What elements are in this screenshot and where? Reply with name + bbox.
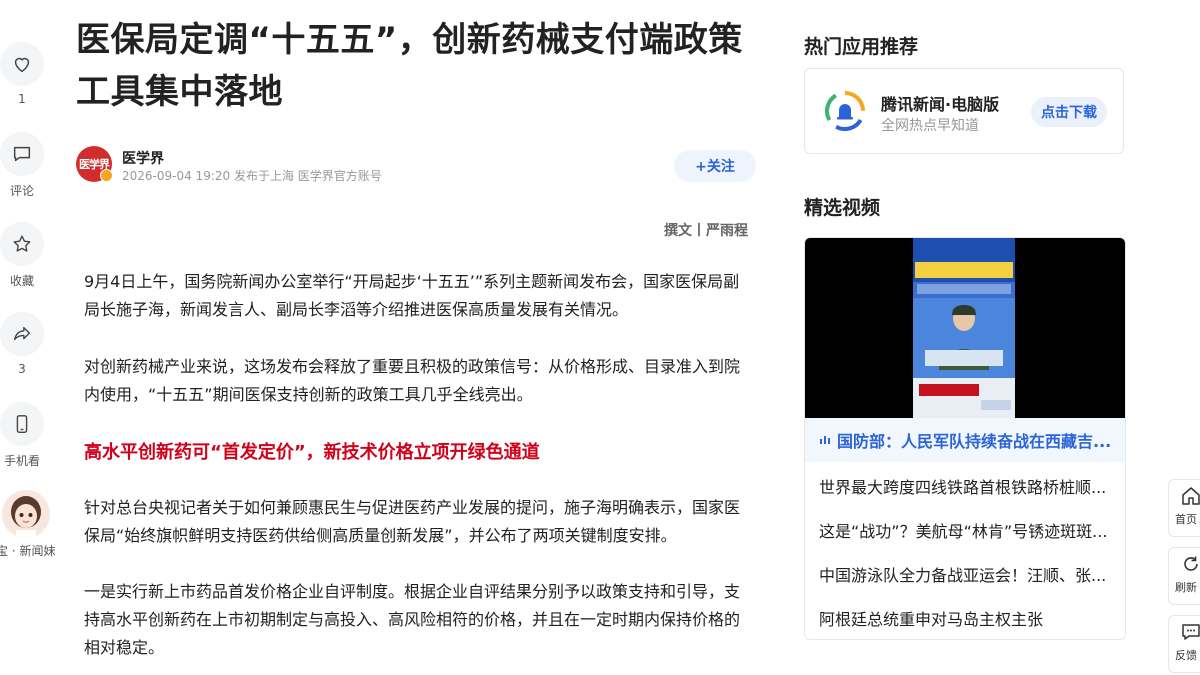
app-subtitle: 全网热点早知道	[881, 118, 979, 134]
follow-button[interactable]: +关注	[674, 150, 756, 182]
audio-wave-icon	[820, 436, 830, 444]
favorite-button[interactable]	[0, 222, 44, 266]
share-button[interactable]	[0, 312, 44, 356]
featured-video-thumbnail[interactable]	[805, 238, 1125, 418]
app-name: 腾讯新闻·电脑版	[881, 95, 1000, 114]
verified-badge-icon	[100, 169, 113, 182]
mobile-action[interactable]: 手机看	[0, 402, 44, 469]
share-count: 3	[18, 362, 26, 376]
assistant-avatar[interactable]	[2, 490, 50, 538]
app-recommendation-card[interactable]: 腾讯新闻·电脑版 全网热点早知道 点击下载	[804, 68, 1124, 154]
mobile-label: 手机看	[3, 454, 40, 468]
download-button[interactable]: 点击下载	[1031, 97, 1107, 127]
share-action[interactable]: 3	[0, 312, 44, 376]
videos-heading: 精选视频	[804, 197, 881, 219]
refresh-float-button[interactable]: 刷新	[1168, 547, 1200, 605]
heart-icon	[14, 57, 30, 73]
home-icon	[1182, 487, 1200, 505]
featured-video-caption: 国防部：人民军队持续奋战在西藏吉...	[837, 432, 1112, 451]
author-logo[interactable]: 医学界	[76, 146, 113, 182]
featured-video-caption-bar[interactable]: 国防部：人民军队持续奋战在西藏吉...	[805, 418, 1125, 462]
author-meta: 2026-09-04 19:20 发布于上海 医学界官方账号	[122, 169, 382, 183]
favorite-action[interactable]: 收藏	[0, 222, 44, 289]
author-row: 医学界 医学界 2026-09-04 19:20 发布于上海 医学界官方账号 +…	[76, 146, 756, 186]
apps-heading: 热门应用推荐	[804, 36, 919, 58]
comment-action[interactable]: 评论	[0, 132, 44, 199]
like-count: 1	[18, 92, 26, 106]
like-action[interactable]: 1	[0, 42, 44, 106]
phone-icon	[16, 415, 28, 433]
author-name[interactable]: 医学界	[122, 148, 164, 168]
refresh-icon	[1184, 556, 1198, 571]
video-list-item[interactable]: 世界最大跨度四线铁路首根铁路桥桩顺...	[819, 474, 1111, 498]
video-frame-image	[913, 238, 1015, 418]
article-subheading: 高水平创新药可“首发定价”，新技术价格立项开绿色通道	[84, 442, 540, 463]
video-card: 国防部：人民军队持续奋战在西藏吉... 世界最大跨度四线铁路首根铁路桥桩顺...…	[804, 237, 1126, 640]
home-label: 首页	[1175, 513, 1197, 526]
favorite-label: 收藏	[9, 274, 34, 288]
comment-icon	[13, 146, 31, 162]
article: 医保局定调“十五五”，创新药械支付端政策工具集中落地 医学界 医学界 2026-…	[76, 0, 756, 657]
feedback-icon	[1182, 624, 1200, 640]
feedback-label: 反馈	[1175, 649, 1197, 662]
paragraph-3: 针对总台央视记者关于如何兼顾惠民生与促进医药产业发展的提问，施子海明确表示，国家…	[84, 498, 741, 545]
comment-button[interactable]	[0, 132, 44, 176]
tencent-news-icon	[825, 91, 865, 131]
share-icon	[13, 326, 31, 341]
girl-avatar-icon	[2, 490, 50, 538]
byline: 撰文丨严雨程	[664, 223, 748, 239]
video-list-item[interactable]: 中国游泳队全力备战亚运会！汪顺、张...	[819, 562, 1111, 586]
refresh-label: 刷新	[1175, 581, 1197, 594]
article-title: 医保局定调“十五五”，创新药械支付端政策工具集中落地	[76, 20, 743, 112]
feedback-float-button[interactable]: 反馈	[1168, 615, 1200, 673]
assistant-entry[interactable]: 宝 · 新闻妹	[0, 490, 60, 559]
video-list-item[interactable]: 阿根廷总统重申对马岛主权主张	[819, 606, 1111, 630]
like-button[interactable]	[0, 42, 44, 86]
mobile-button[interactable]	[0, 402, 44, 446]
star-icon	[13, 235, 31, 252]
assistant-label: 宝 · 新闻妹	[0, 544, 56, 558]
paragraph-4: 一是实行新上市药品首发价格企业自评制度。根据企业自评结果分别予以政策支持和引导，…	[84, 582, 741, 657]
video-list-item[interactable]: 这是“战功”？美航母“林肯”号锈迹斑斑...	[819, 518, 1111, 542]
home-float-button[interactable]: 首页	[1168, 479, 1200, 537]
paragraph-2: 对创新药械产业来说，这场发布会释放了重要且积极的政策信号：从价格形成、目录准入到…	[84, 357, 741, 404]
paragraph-1: 9月4日上午，国务院新闻办公室举行“开局起步‘十五五’”系列主题新闻发布会，国家…	[84, 272, 740, 319]
comment-label: 评论	[9, 184, 34, 198]
